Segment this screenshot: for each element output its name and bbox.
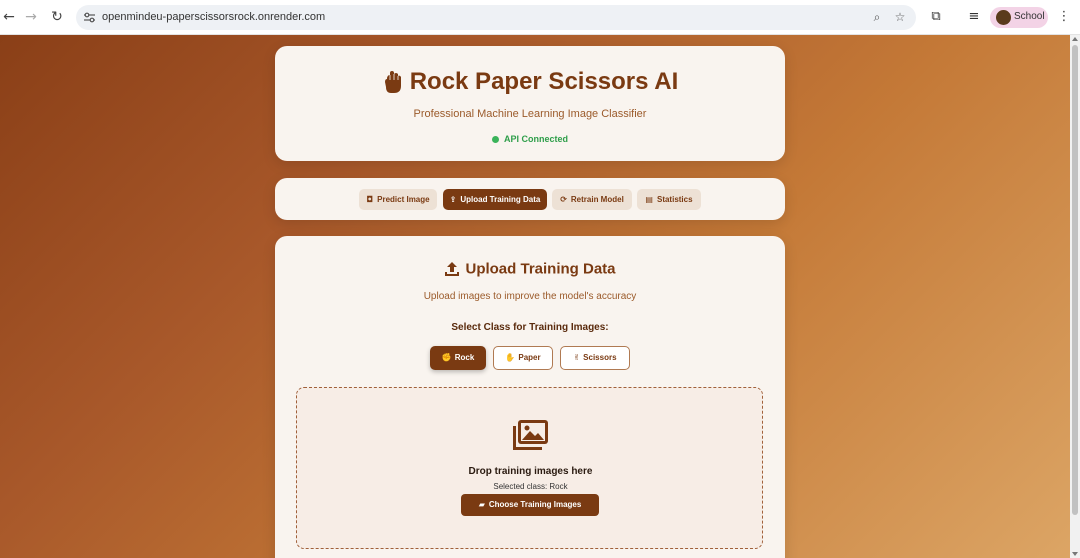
class-label: Paper [518, 353, 541, 362]
address-bar[interactable]: openmindeu-paperscissorsrock.onrender.co… [76, 5, 916, 30]
upload-icon [445, 261, 460, 276]
status-text: API Connected [503, 134, 568, 144]
tab-label: Retrain Model [570, 195, 624, 204]
scroll-down-icon[interactable] [1072, 552, 1078, 556]
choose-images-button[interactable]: ▰ Choose Training Images [461, 494, 599, 516]
app-subtitle: Professional Machine Learning Image Clas… [413, 108, 647, 120]
bookmark-star-icon[interactable]: ☆ [893, 10, 907, 24]
class-label: Rock [454, 353, 475, 362]
tab-label: Statistics [656, 195, 693, 204]
page-title: Rock Paper Scissors AI [275, 68, 785, 96]
class-paper-button[interactable]: ✋ Paper [493, 346, 553, 370]
class-select-label: Select Class for Training Images: [451, 322, 609, 333]
upload-card: Upload Training Data Upload images to im… [275, 236, 785, 558]
profile-chip[interactable]: School [990, 7, 1048, 28]
tab-retrain-model[interactable]: ⟳ Retrain Model [552, 189, 632, 210]
tab-upload-training-data[interactable]: ⇪ Upload Training Data [443, 189, 547, 210]
avatar [996, 10, 1011, 25]
rock-hand-icon [384, 71, 401, 93]
browser-toolbar: ← → ↻ openmindeu-paperscissorsrock.onren… [0, 0, 1080, 35]
folder-icon: ▰ [478, 500, 485, 509]
zoom-icon[interactable]: ⌕ [870, 10, 884, 24]
forward-icon[interactable]: → [22, 8, 40, 26]
tab-label: Upload Training Data [460, 195, 541, 204]
sync-icon: ⟳ [560, 195, 567, 204]
upload-subtitle: Upload images to improve the model's acc… [423, 291, 637, 302]
back-icon[interactable]: ← [0, 8, 18, 26]
tab-predict-image[interactable]: ◘ Predict Image [359, 189, 437, 210]
scroll-up-icon[interactable] [1072, 37, 1078, 41]
camera-icon: ◘ [366, 195, 374, 204]
header-card: Rock Paper Scissors AI Professional Mach… [275, 46, 785, 161]
tab-bar: ◘ Predict Image ⇪ Upload Training Data ⟳ Re… [275, 178, 785, 220]
extensions-icon[interactable]: ⧉ [928, 9, 944, 25]
url-text[interactable]: openmindeu-paperscissorsrock.onrender.co… [102, 11, 325, 23]
page-background: Rock Paper Scissors AI Professional Mach… [0, 35, 1070, 558]
status-badge: API Connected [275, 134, 785, 144]
tab-statistics[interactable]: ▤ Statistics [637, 189, 701, 210]
scroll-thumb[interactable] [1072, 45, 1078, 515]
upload-title: Upload Training Data [465, 260, 616, 278]
images-icon [513, 420, 548, 450]
drop-title: Drop training images here [468, 466, 593, 477]
paper-hand-icon: ✋ [505, 353, 516, 362]
class-rock-button[interactable]: ✊ Rock [430, 346, 486, 370]
choose-button-label: Choose Training Images [488, 500, 582, 509]
scissors-hand-icon: ✌ [573, 353, 581, 362]
app-title: Rock Paper Scissors AI [409, 68, 679, 95]
tab-label: Predict Image [377, 195, 430, 204]
status-dot-icon [491, 136, 499, 144]
page-scrollbar[interactable] [1070, 35, 1080, 558]
chart-icon: ▤ [645, 195, 653, 204]
reload-icon[interactable]: ↻ [48, 8, 66, 26]
menu-kebab-icon[interactable]: ⋮ [1056, 9, 1072, 25]
upload-icon: ⇪ [449, 195, 457, 204]
media-controls-icon[interactable]: ≡ [966, 9, 982, 25]
site-settings-icon[interactable] [83, 11, 96, 24]
class-scissors-button[interactable]: ✌ Scissors [560, 346, 630, 370]
drop-zone[interactable]: Drop training images here Selected class… [296, 387, 763, 549]
profile-label: School [1014, 11, 1045, 22]
class-label: Scissors [583, 353, 617, 362]
section-title: Upload Training Data [275, 260, 785, 278]
rock-hand-icon: ✊ [441, 353, 452, 362]
selected-class-text: Selected class: Rock [493, 482, 568, 491]
